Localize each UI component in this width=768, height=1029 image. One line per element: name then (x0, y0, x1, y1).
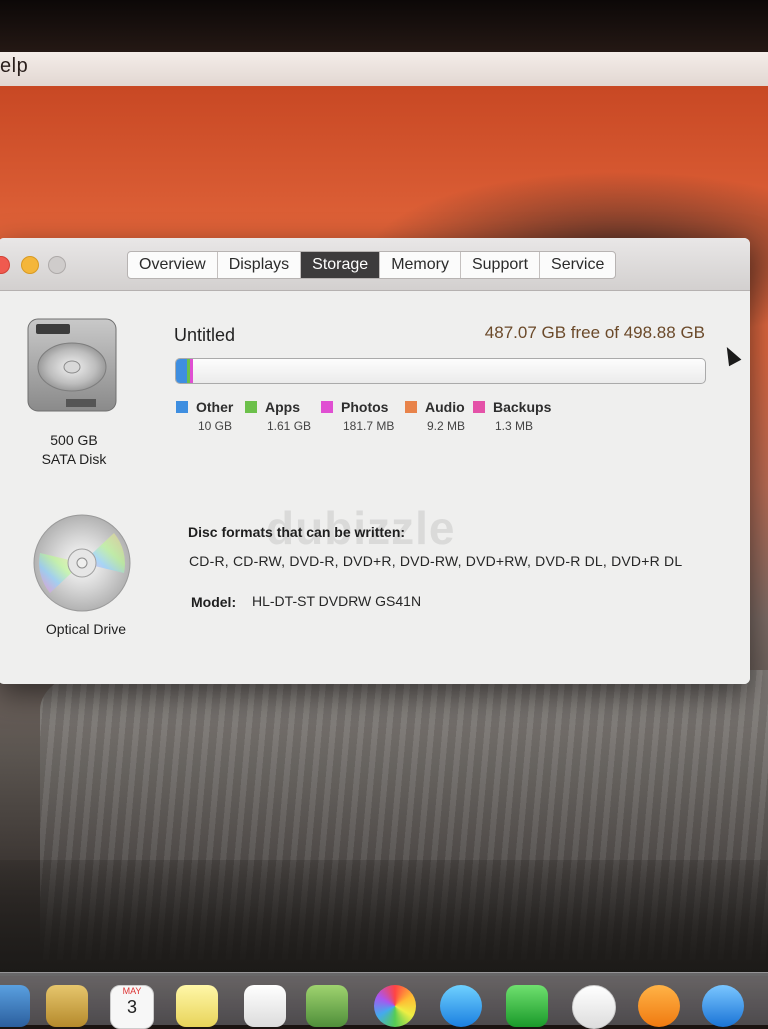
menu-help[interactable]: elp (0, 55, 28, 78)
model-value: HL-DT-ST DVDRW GS41N (252, 593, 422, 609)
tab-bar: Overview Displays Storage Memory Support… (127, 251, 617, 279)
usage-segment-photos (190, 359, 193, 383)
legend-size: 10 GB (198, 419, 233, 433)
menu-bar: elp (0, 52, 768, 87)
optical-disc-icon (33, 514, 131, 612)
monitor-bezel (0, 0, 768, 52)
ibooks-icon[interactable] (638, 985, 680, 1027)
legend-size: 1.3 MB (495, 419, 534, 433)
tab-memory[interactable]: Memory (380, 252, 461, 278)
zoom-button[interactable] (48, 256, 66, 274)
backups-swatch (473, 401, 485, 413)
facetime-icon[interactable] (506, 985, 548, 1027)
reminders-icon[interactable] (244, 985, 286, 1027)
legend-label: Backups (493, 399, 552, 415)
tab-displays[interactable]: Displays (218, 252, 302, 278)
finder-icon[interactable] (0, 985, 30, 1027)
contacts-icon[interactable] (46, 985, 88, 1027)
legend-label: Photos (341, 399, 389, 415)
disk-size: 500 GB (50, 432, 98, 448)
calendar-day: 3 (126, 997, 137, 1017)
tab-support[interactable]: Support (461, 252, 541, 278)
photos-icon[interactable] (374, 985, 416, 1027)
apps-swatch (245, 401, 257, 413)
legend-label: Audio (425, 399, 465, 415)
legend-label: Other (196, 399, 234, 415)
disk-type: SATA Disk (41, 451, 107, 467)
storage-usage-bar (175, 358, 706, 384)
optical-drive-label: Optical Drive (45, 621, 127, 637)
wallpaper-trees (0, 860, 768, 976)
calendar-month: MAY (122, 986, 142, 996)
close-button[interactable] (0, 256, 10, 274)
notes-icon[interactable] (176, 985, 218, 1027)
audio-swatch (405, 401, 417, 413)
app-store-icon[interactable] (702, 985, 744, 1027)
legend-label: Apps (265, 399, 300, 415)
minimize-button[interactable] (21, 256, 39, 274)
tab-service[interactable]: Service (540, 252, 615, 278)
legend-size: 9.2 MB (427, 419, 466, 433)
dock: MAY 3 (0, 972, 768, 1029)
calendar-icon[interactable]: MAY 3 (110, 985, 154, 1029)
disc-formats-title: Disc formats that can be written: (188, 524, 406, 540)
maps-icon[interactable] (306, 985, 348, 1027)
system-information-window: Overview Displays Storage Memory Support… (0, 238, 750, 684)
storage-panel: 500 GB SATA Disk Untitled 487.07 GB free… (0, 291, 750, 684)
hard-drive-icon (27, 318, 117, 412)
legend-size: 1.61 GB (267, 419, 312, 433)
tab-overview[interactable]: Overview (128, 252, 218, 278)
legend-size: 181.7 MB (343, 419, 395, 433)
other-swatch (176, 401, 188, 413)
tab-storage[interactable]: Storage (301, 252, 381, 278)
capacity-text: 487.07 GB free of 498.88 GB (484, 323, 705, 342)
itunes-icon[interactable] (572, 985, 616, 1029)
usage-segment-other (176, 359, 187, 383)
messages-icon[interactable] (440, 985, 482, 1027)
volume-name: Untitled (174, 325, 236, 345)
photos-swatch (321, 401, 333, 413)
disc-formats-list: CD-R, CD-RW, DVD-R, DVD+R, DVD-RW, DVD+R… (189, 553, 683, 569)
window-titlebar[interactable]: Overview Displays Storage Memory Support… (0, 238, 750, 291)
model-label: Model: (191, 594, 237, 610)
